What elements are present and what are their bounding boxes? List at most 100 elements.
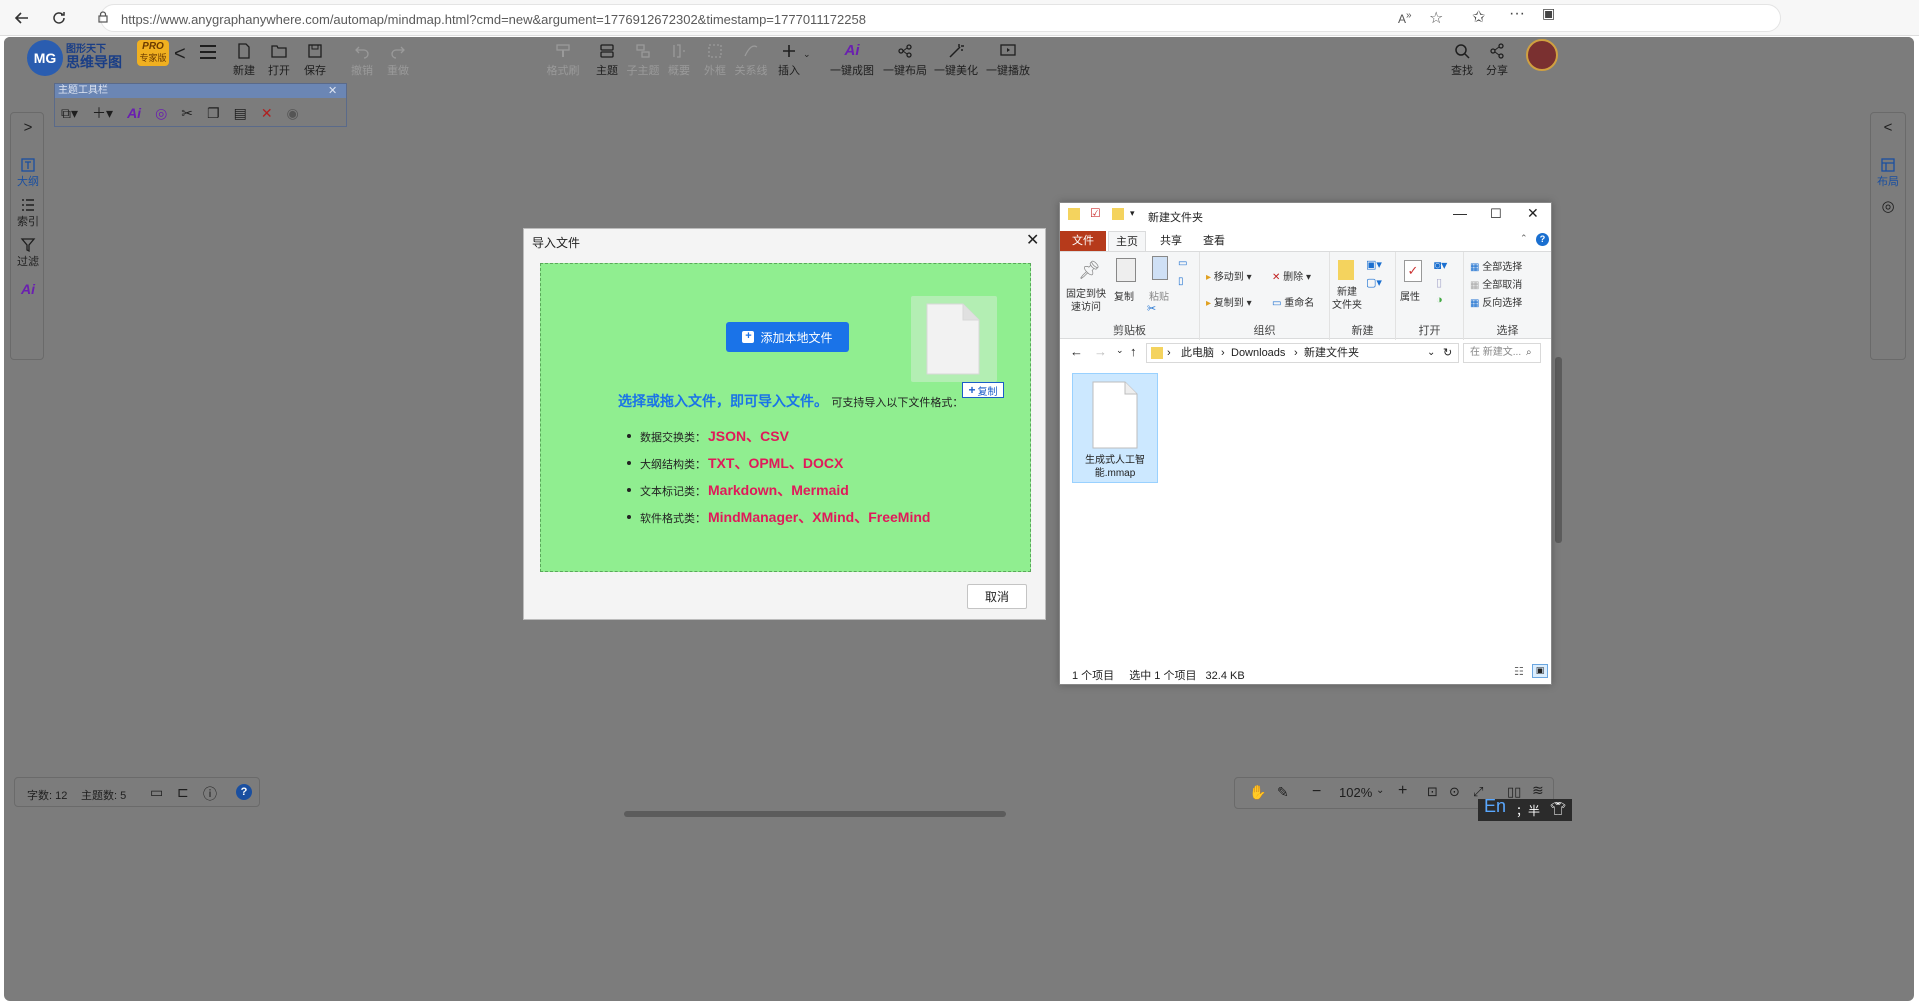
delete-icon[interactable]: ✕ <box>261 105 273 122</box>
new-folder-button[interactable]: 新建 文件夹 <box>1332 286 1362 312</box>
cancel-button[interactable]: 取消 <box>967 584 1027 609</box>
paste-icon[interactable]: ▤ <box>234 105 247 122</box>
ime-indicator[interactable]: En ；半 👕︎ <box>1478 796 1572 821</box>
read-aloud-icon[interactable]: A» <box>1398 10 1412 26</box>
undo-button[interactable]: 撤销 <box>350 43 374 87</box>
help-icon[interactable]: ? <box>1536 233 1549 246</box>
rename-button[interactable]: ▭ 重命名 <box>1272 294 1314 309</box>
paste-button[interactable]: 粘贴 <box>1149 288 1169 303</box>
style-palette-icon[interactable]: ◎ <box>1871 197 1905 215</box>
address-bar[interactable]: https://www.anygraphanywhere.com/automap… <box>98 4 1781 32</box>
up-arrow-icon[interactable]: ↑ <box>1130 344 1137 359</box>
collapse-right-icon[interactable]: < <box>1871 119 1905 136</box>
explorer-address-bar[interactable]: › 此电脑 › Downloads › 新建文件夹 ⌄ ↻ <box>1146 343 1459 363</box>
outline-tab[interactable]: 大纲 <box>11 157 45 189</box>
more-menu-icon[interactable]: ··· <box>1509 5 1525 23</box>
address-dropdown-icon[interactable]: ⌄ <box>1427 344 1435 362</box>
move-to-button[interactable]: ▸ 移动到 ▾ <box>1206 268 1252 283</box>
horizontal-scrollbar[interactable] <box>624 811 1006 817</box>
breadcrumb-downloads[interactable]: Downloads <box>1231 344 1285 362</box>
layers-icon[interactable]: ≋ <box>1532 782 1544 799</box>
new-button[interactable]: 新建 <box>232 43 256 87</box>
user-avatar[interactable] <box>1526 39 1558 71</box>
book-icon[interactable]: ▯▯ <box>1507 784 1521 800</box>
insert-dropdown-icon[interactable]: ⌄ <box>803 49 811 60</box>
delete-button[interactable]: ✕ 删除 ▾ <box>1272 268 1311 283</box>
boundary-button[interactable]: 外框 <box>703 43 727 87</box>
recent-dropdown-icon[interactable]: ⌄ <box>1116 345 1124 356</box>
save-button[interactable]: 保存 <box>303 43 327 87</box>
info-icon[interactable]: ⓘ <box>203 784 217 804</box>
new-item-icon[interactable]: ▣▾ <box>1366 258 1382 271</box>
tab-share[interactable]: 共享 <box>1152 231 1190 251</box>
copy-button[interactable]: 复制 <box>1114 288 1134 303</box>
quick-access-dropdown-icon[interactable]: ▾ <box>1130 208 1135 219</box>
file-drop-zone[interactable]: + 添加本地文件 + 复制 选择或拖入文件，即可导入文件。 可支持导入以下文件格… <box>540 263 1031 572</box>
summary-button[interactable]: 概要 <box>667 43 691 87</box>
invert-selection-button[interactable]: ▦ 反向选择 <box>1470 294 1522 309</box>
copy-style-icon[interactable]: ⧉▾ <box>61 105 78 122</box>
fit-screen-icon[interactable]: ⊡ <box>1427 784 1438 800</box>
filter-tab[interactable]: 过滤 <box>11 237 45 269</box>
close-icon[interactable]: ✕ <box>1527 205 1539 222</box>
add-local-file-button[interactable]: + 添加本地文件 <box>726 322 849 352</box>
maximize-icon[interactable]: ☐ <box>1490 206 1502 222</box>
dialog-close-icon[interactable]: ✕ <box>1026 233 1039 249</box>
hand-tool-icon[interactable]: ✋ <box>1249 784 1266 801</box>
topic-button[interactable]: 主题 <box>595 43 619 87</box>
pen-tool-icon[interactable]: ✎ <box>1277 784 1289 801</box>
vertical-scrollbar[interactable] <box>1555 357 1562 543</box>
breadcrumb-current-folder[interactable]: 新建文件夹 <box>1304 344 1359 362</box>
favorite-star-icon[interactable]: ☆ <box>1429 8 1443 28</box>
file-item[interactable]: 生成式人工智能.mmap <box>1072 373 1158 483</box>
help-icon[interactable]: ? <box>236 784 252 800</box>
relation-line-button[interactable]: 关系线 <box>735 43 768 87</box>
details-view-icon[interactable]: ☷ <box>1514 665 1524 678</box>
subtopic-button[interactable]: 子主题 <box>627 43 660 87</box>
back-arrow-icon[interactable]: ← <box>1070 344 1083 359</box>
ai-beautify-button[interactable]: 一键美化 <box>934 43 978 87</box>
zoom-level[interactable]: 102% <box>1339 785 1372 800</box>
share-button[interactable]: 分享 <box>1485 43 1509 87</box>
cut-icon[interactable]: ✂ <box>181 105 193 122</box>
properties-button[interactable]: 属性 <box>1400 288 1420 303</box>
tab-view[interactable]: 查看 <box>1195 231 1233 251</box>
pin-quick-access-button[interactable]: 固定到快 速访问 <box>1063 288 1109 314</box>
eye-icon[interactable]: ◉ <box>287 105 299 122</box>
ai-play-button[interactable]: 一键播放 <box>986 43 1030 87</box>
menu-icon[interactable] <box>198 43 218 64</box>
insert-button[interactable]: 插入 <box>777 43 801 87</box>
find-button[interactable]: 查找 <box>1450 43 1474 87</box>
open-icon[interactable]: ◙▾ <box>1434 258 1447 272</box>
refresh-icon[interactable] <box>47 6 71 30</box>
copy-icon[interactable]: ❐ <box>207 105 220 122</box>
select-none-button[interactable]: ▦ 全部取消 <box>1470 276 1522 291</box>
large-icons-view-icon[interactable]: ▣ <box>1532 664 1548 678</box>
expand-panel-icon[interactable]: > <box>11 119 45 136</box>
open-button[interactable]: 打开 <box>267 43 291 87</box>
redo-button[interactable]: 重做 <box>386 43 410 87</box>
add-topic-icon[interactable]: ＋▾ <box>92 103 113 123</box>
scissors-icon[interactable]: ✂ <box>1147 302 1156 315</box>
address-refresh-icon[interactable]: ↻ <box>1443 344 1452 362</box>
extensions-icon[interactable]: ▣ <box>1542 5 1555 22</box>
ai-topic-icon[interactable]: Ai <box>127 105 141 121</box>
keyboard-icon[interactable]: ▭ <box>150 784 163 801</box>
explorer-search-input[interactable]: 在 新建文... ⌕ <box>1463 343 1541 363</box>
structure-icon[interactable]: ⊏ <box>177 784 189 801</box>
collapse-chevron-icon[interactable]: < <box>174 43 186 66</box>
tab-file[interactable]: 文件 <box>1060 231 1106 251</box>
forward-arrow-icon[interactable]: → <box>1094 344 1107 359</box>
collapse-ribbon-icon[interactable]: ⌃ <box>1520 233 1528 244</box>
back-icon[interactable] <box>10 6 34 30</box>
copy-to-button[interactable]: ▸ 复制到 ▾ <box>1206 294 1252 309</box>
center-icon[interactable]: ⊙ <box>1449 784 1460 800</box>
topic-toolbar-close-icon[interactable]: ✕ <box>328 84 337 97</box>
fullscreen-icon[interactable]: ⤢ <box>1473 784 1483 800</box>
ai-side-icon[interactable]: Ai <box>11 281 45 297</box>
edit-icon[interactable]: ▯ <box>1436 276 1442 289</box>
properties-quick-icon[interactable]: ☑ <box>1090 206 1101 220</box>
zoom-in-icon[interactable]: + <box>1398 782 1407 800</box>
index-tab[interactable]: 索引 <box>11 197 45 229</box>
minimize-icon[interactable]: — <box>1453 205 1467 221</box>
